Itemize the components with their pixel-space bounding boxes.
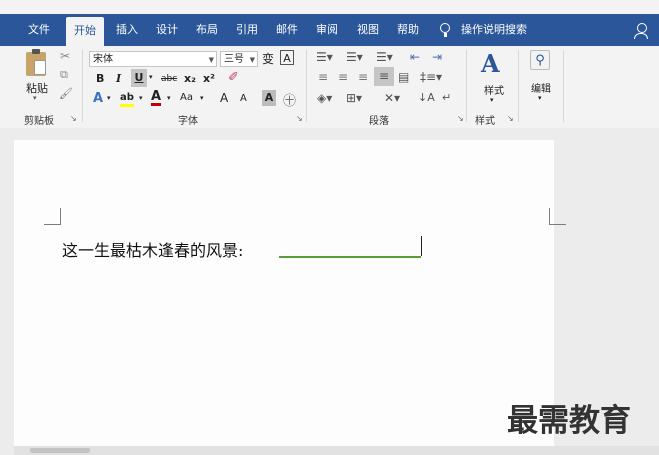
decrease-indent-icon[interactable]: ⇤: [410, 50, 420, 64]
styles-launcher-icon[interactable]: ↘: [507, 114, 514, 123]
italic-button[interactable]: I: [116, 72, 121, 85]
font-name-combo[interactable]: 宋体 ▼: [89, 51, 217, 67]
chevron-down-icon[interactable]: ▾: [538, 94, 542, 102]
chevron-down-icon: ▼: [208, 56, 214, 64]
divider: [518, 50, 519, 122]
line-spacing-icon[interactable]: ‡≡▾: [420, 70, 442, 84]
char-shading-button[interactable]: A: [262, 90, 276, 106]
underline-dropdown-icon[interactable]: ▾: [149, 73, 153, 81]
shading-icon[interactable]: ◈▾: [317, 91, 332, 105]
chevron-down-icon[interactable]: ▾: [490, 96, 494, 104]
margin-corner-top-left: [44, 208, 61, 225]
paragraph-group-label: 段落: [369, 116, 389, 127]
tab-insert[interactable]: 插入: [108, 14, 146, 46]
paragraph-launcher-icon[interactable]: ↘: [457, 114, 464, 123]
change-case-button[interactable]: Aa: [180, 92, 193, 103]
clipboard-launcher-icon[interactable]: ↘: [70, 114, 77, 123]
text-cursor: [421, 236, 422, 256]
share-user-icon-body: [634, 33, 648, 39]
styles-button[interactable]: 样式: [484, 82, 504, 97]
distributed-icon[interactable]: ▤: [398, 70, 409, 84]
copy-icon[interactable]: ⧉: [60, 68, 68, 82]
font-group-label: 字体: [178, 116, 198, 127]
shrink-font-button[interactable]: A: [240, 93, 247, 104]
tab-review[interactable]: 审阅: [308, 14, 346, 46]
scrollbar-thumb[interactable]: [30, 448, 90, 453]
margin-corner-top-right: [549, 208, 566, 225]
document-text[interactable]: 这一生最枯木逢春的风景:: [62, 237, 243, 261]
ribbon-tab-bar: 文件 开始 插入 设计 布局 引用 邮件 审阅 视图 帮助 操作说明搜索: [0, 14, 659, 46]
tab-mailings[interactable]: 邮件: [268, 14, 306, 46]
borders-icon[interactable]: ⊞▾: [346, 91, 362, 105]
clear-formatting-icon[interactable]: ✐: [228, 70, 239, 85]
numbering-icon[interactable]: ☰▾: [346, 50, 363, 64]
divider: [306, 50, 307, 122]
styles-icon[interactable]: A: [481, 49, 500, 78]
char-border-button[interactable]: A: [280, 50, 294, 65]
bold-button[interactable]: B: [96, 72, 104, 85]
cut-icon[interactable]: ✂: [60, 49, 70, 63]
lightbulb-icon[interactable]: [440, 23, 450, 33]
watermark-logo: 最需教育: [507, 403, 631, 439]
lightbulb-base: [444, 33, 447, 37]
tab-view[interactable]: 视图: [349, 14, 387, 46]
font-size-combo[interactable]: 三号 ▼: [220, 51, 258, 67]
fill-in-underline: [279, 256, 421, 258]
chevron-down-icon: ▼: [249, 56, 255, 64]
divider: [466, 50, 467, 122]
font-launcher-icon[interactable]: ↘: [296, 114, 303, 123]
font-name-value: 宋体: [93, 54, 113, 65]
document-page[interactable]: [14, 140, 554, 455]
align-left-icon[interactable]: ≡: [318, 70, 328, 84]
enclose-char-button[interactable]: ㊉: [283, 90, 296, 109]
asian-layout-icon[interactable]: ✕▾: [384, 91, 400, 105]
align-center-icon[interactable]: ≡: [338, 70, 348, 84]
phonetic-guide-button[interactable]: 变: [262, 50, 274, 67]
underline-button[interactable]: U: [131, 69, 147, 87]
tab-layout[interactable]: 布局: [188, 14, 226, 46]
tab-home[interactable]: 开始: [66, 17, 104, 46]
chevron-down-icon[interactable]: ▾: [139, 94, 143, 102]
chevron-down-icon[interactable]: ▾: [167, 94, 171, 102]
grow-font-button[interactable]: A: [220, 91, 228, 105]
chevron-down-icon[interactable]: ▾: [200, 94, 204, 102]
tab-references[interactable]: 引用: [228, 14, 266, 46]
align-right-icon[interactable]: ≡: [358, 70, 368, 84]
show-marks-icon[interactable]: ↵: [442, 91, 451, 104]
subscript-button[interactable]: x₂: [184, 72, 196, 85]
chevron-down-icon[interactable]: ▾: [107, 94, 111, 102]
paste-button[interactable]: 粘贴: [26, 80, 48, 96]
justify-icon[interactable]: ≡: [374, 67, 394, 86]
share-user-icon[interactable]: [637, 23, 647, 33]
horizontal-scrollbar[interactable]: [14, 446, 659, 455]
font-size-value: 三号: [224, 54, 244, 65]
bullets-icon[interactable]: ☰▾: [316, 50, 333, 64]
superscript-button[interactable]: x²: [203, 72, 215, 85]
search-icon[interactable]: ⚲: [530, 50, 550, 70]
highlight-button[interactable]: ab: [120, 92, 134, 107]
paste-dropdown-icon[interactable]: ▾: [33, 94, 37, 102]
multilevel-list-icon[interactable]: ☰▾: [376, 50, 393, 64]
editing-button[interactable]: 编辑: [531, 80, 551, 95]
tell-me-search[interactable]: 操作说明搜索: [461, 14, 527, 46]
divider: [82, 50, 83, 122]
tab-file[interactable]: 文件: [20, 14, 58, 46]
paste-icon[interactable]: [26, 49, 46, 76]
increase-indent-icon[interactable]: ⇥: [432, 50, 442, 64]
sort-icon[interactable]: ↓A: [418, 91, 435, 104]
text-effects-button[interactable]: A: [93, 91, 103, 106]
tab-design[interactable]: 设计: [148, 14, 186, 46]
format-painter-icon[interactable]: 🖌: [59, 87, 73, 100]
divider: [563, 50, 564, 122]
clipboard-group-label: 剪贴板: [24, 116, 54, 127]
strikethrough-button[interactable]: abc: [161, 74, 177, 84]
ribbon: 粘贴 ▾ ✂ ⧉ 🖌 剪贴板 ↘ 宋体 ▼ 三号 ▼ 变 A B I U ▾ a…: [0, 46, 659, 129]
tab-help[interactable]: 帮助: [389, 14, 427, 46]
font-color-button[interactable]: A: [151, 90, 162, 106]
styles-group-label: 样式: [475, 116, 495, 127]
